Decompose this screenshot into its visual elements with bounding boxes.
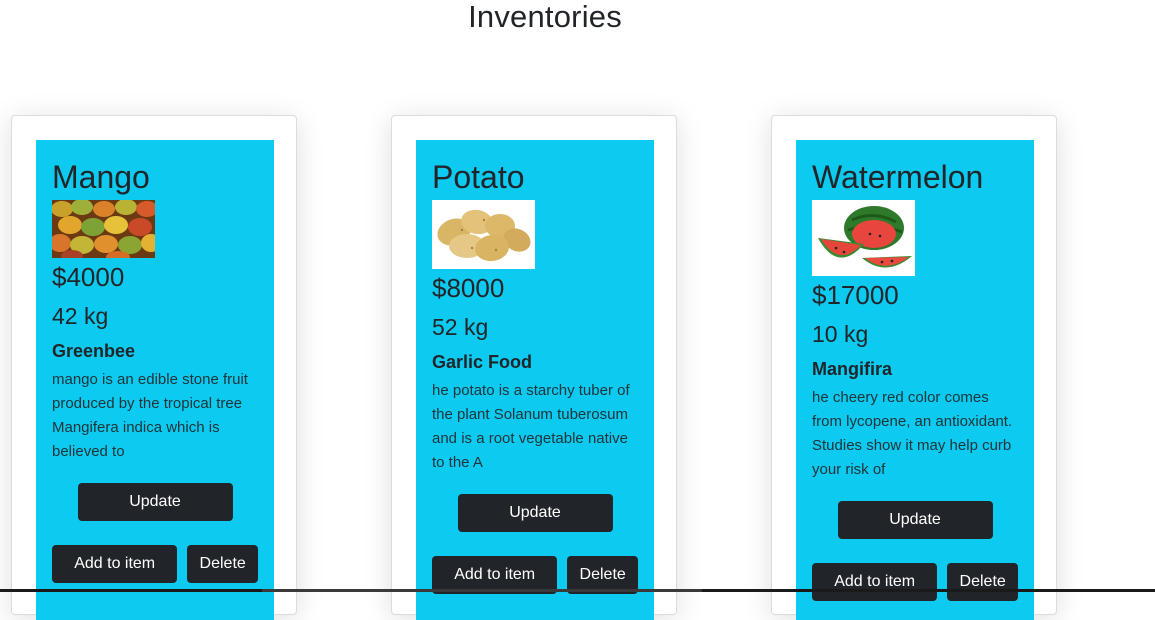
item-price: $17000 — [812, 280, 899, 310]
potato-image — [432, 200, 535, 269]
mango-image — [52, 200, 155, 258]
item-name: Watermelon — [812, 159, 984, 195]
item-description: he cheery red color comes from lycopene,… — [812, 389, 1013, 478]
item-quantity: 42 kg — [52, 303, 109, 329]
item-name: Potato — [432, 159, 525, 195]
inventory-card-body: Watermelon $17000 10 kg Mangifira he che… — [796, 140, 1034, 620]
update-button[interactable]: Update — [77, 483, 233, 521]
add-to-item-button[interactable]: Add to item — [812, 563, 938, 601]
item-description: mango is an edible stone fruit produced … — [52, 371, 248, 460]
inventory-card: Potato $8000 52 kg Garlic Food he potato… — [391, 115, 677, 620]
item-price: $4000 — [52, 262, 125, 292]
page-title: Inventories — [468, 0, 622, 34]
item-quantity: 10 kg — [812, 321, 869, 347]
inventory-card-body: Potato $8000 52 kg Garlic Food he potato… — [416, 140, 654, 620]
item-description: he potato is a starchy tuber of the plan… — [432, 382, 630, 471]
update-button[interactable]: Update — [837, 501, 993, 539]
inventory-card: Watermelon $17000 10 kg Mangifira he che… — [771, 115, 1057, 620]
inventory-card: Mango $4000 42 kg Greenbee mango is an e… — [11, 115, 297, 620]
watermelon-image — [812, 200, 915, 276]
inventory-card-body: Mango $4000 42 kg Greenbee mango is an e… — [36, 140, 274, 620]
action-row: Add to item Delete — [52, 545, 258, 583]
item-supplier: Garlic Food — [432, 352, 533, 372]
item-price: $8000 — [432, 273, 505, 303]
item-name: Mango — [52, 159, 150, 195]
update-button[interactable]: Update — [457, 494, 613, 532]
item-quantity: 52 kg — [432, 314, 489, 340]
item-supplier: Greenbee — [52, 341, 136, 361]
delete-button[interactable]: Delete — [947, 563, 1018, 601]
item-supplier: Mangifira — [812, 359, 893, 379]
add-to-item-button[interactable]: Add to item — [52, 545, 178, 583]
action-row: Add to item Delete — [812, 563, 1018, 601]
delete-button[interactable]: Delete — [187, 545, 258, 583]
